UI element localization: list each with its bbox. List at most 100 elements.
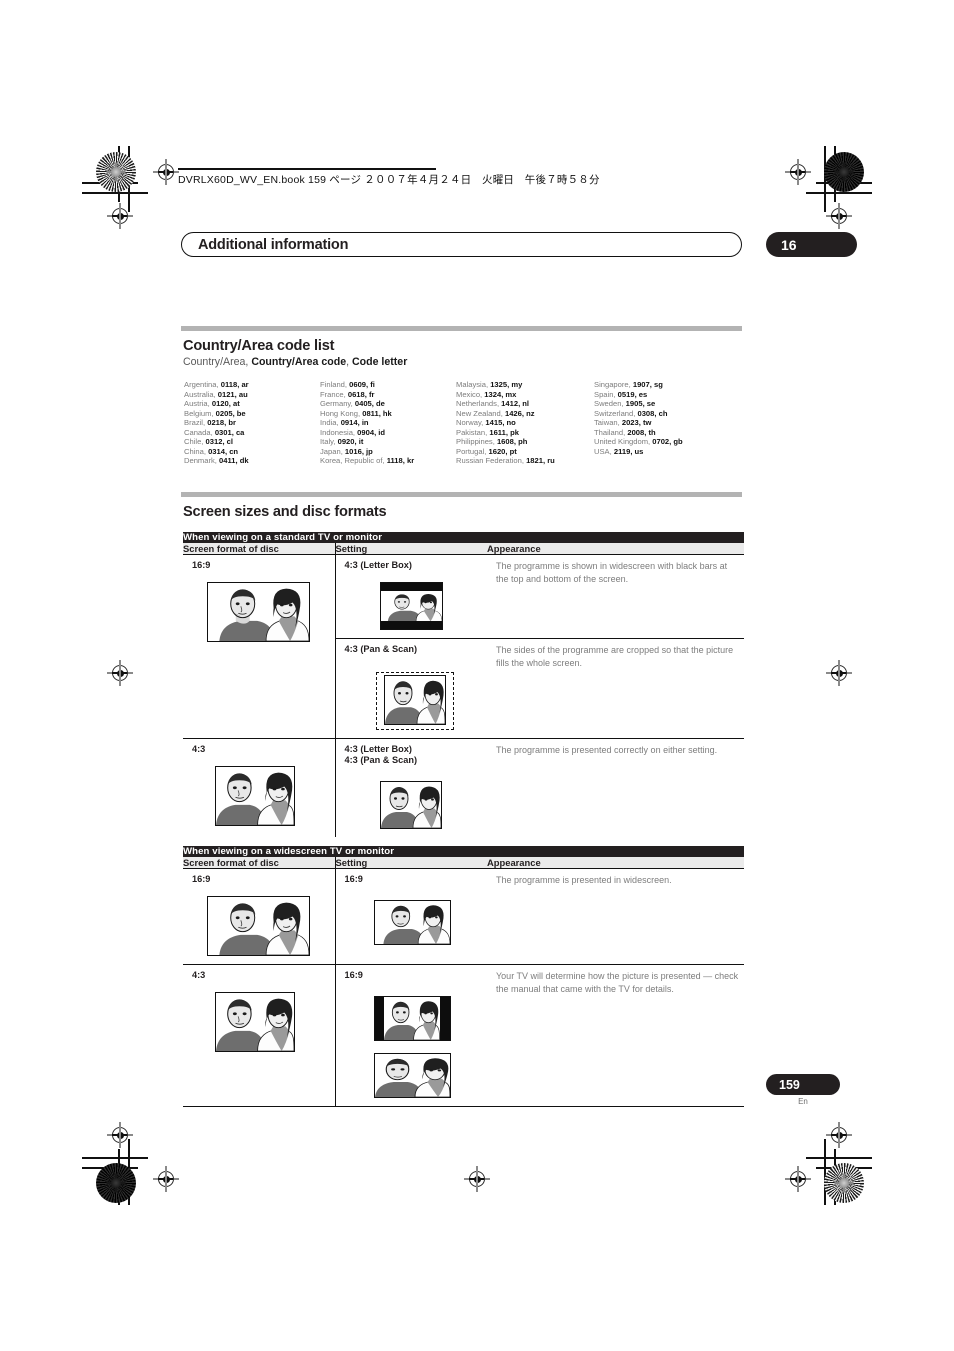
country-code-letter: , es — [634, 389, 648, 399]
country-code-letter: , in — [357, 418, 369, 428]
cell-setting-letterbox: 4:3 (Letter Box) — [334, 554, 487, 639]
country-code: 0301 — [214, 427, 232, 437]
country-name: Netherlands, — [456, 399, 502, 409]
country-code-letter: , id — [374, 427, 386, 437]
country-code-letter: , mx — [501, 389, 517, 399]
country-name: Pakistan, — [456, 427, 490, 437]
setting-label-4x3-ws: 16:9 — [344, 969, 363, 980]
header-screen-format: Screen format of disc — [183, 542, 335, 555]
country-code: 0618 — [347, 389, 365, 399]
country-name: Belgium, — [184, 408, 216, 418]
country-code: 0218 — [207, 418, 225, 428]
screen-section-title: Screen sizes and disc formats — [183, 503, 387, 520]
country-code-entry: China, 0314, cn — [184, 447, 320, 457]
illustration-disc-4x3-standard — [183, 760, 335, 834]
running-head-label: Additional information — [198, 236, 349, 253]
standard-row-16x9-letterbox: 16:9 4:3 (Letter Box) The programme is s… — [183, 554, 744, 642]
country-name: Canada, — [184, 427, 215, 437]
illustration-panscan — [336, 660, 488, 738]
country-code-letter: , pt — [505, 446, 517, 456]
country-code: 1325 — [490, 380, 508, 389]
country-code: 0702 — [652, 437, 670, 447]
country-code: 0904 — [357, 427, 375, 437]
country-code: 0312 — [205, 437, 223, 447]
file-header-text: DVRLX60D_WV_EN.book 159 ページ ２００７年４月２４日 火… — [178, 173, 600, 186]
country-code: 1426 — [504, 408, 522, 418]
registration-mark-bottom-left — [153, 1166, 179, 1192]
country-code-entry: India, 0914, in — [320, 418, 456, 428]
country-code-entry: Argentina, 0118, ar — [184, 380, 320, 390]
cell-disc-format-4x3-ws: 4:3 — [183, 963, 335, 1107]
disc-format-label-16x9: 16:9 — [192, 559, 211, 570]
country-code: 0411 — [219, 456, 236, 466]
country-code: 0314 — [208, 446, 225, 456]
country-code-letter: , ph — [513, 437, 528, 447]
registration-mark-left-lower — [107, 1122, 133, 1148]
people-svg — [384, 996, 440, 1040]
pillarbox-bar-right — [439, 996, 450, 1040]
page-number-badge: 159 — [766, 1074, 840, 1095]
country-code-grid: Argentina, 0118, ar Australia, 0121, au Au… — [184, 380, 742, 466]
country-code-letter: , gb — [669, 437, 683, 447]
country-code: 1016 — [344, 446, 362, 456]
legend-part-1: Country/Area, — [183, 356, 252, 368]
people-svg — [216, 766, 294, 825]
registration-mark-top-left — [153, 159, 179, 185]
standard-tv-banner-label: When viewing on a standard TV or monitor — [183, 531, 745, 543]
country-code-letter: , pk — [505, 427, 519, 437]
country-code: 0914 — [340, 418, 358, 428]
country-code-section: Country/Area code list Country/Area, Cou… — [181, 326, 742, 466]
illustration-disc-16x9-widescreen — [183, 890, 335, 964]
country-code-letter: , ar — [237, 380, 249, 389]
country-name: Finland, — [320, 380, 350, 389]
cell-disc-format-16x9-ws: 16:9 — [183, 868, 335, 964]
country-name: Austria, — [184, 399, 212, 409]
country-code: 1608 — [496, 437, 514, 447]
country-code-letter: , fr — [364, 389, 375, 399]
registration-mark-top-right — [785, 159, 811, 185]
country-code-entry: France, 0618, fr — [320, 390, 456, 400]
country-code-entry: Portugal, 1620, pt — [456, 447, 594, 457]
country-code-entry: Indonesia, 0904, id — [320, 428, 456, 438]
country-code-letter: , ch — [654, 408, 668, 418]
cell-disc-format-4x3: 4:3 — [183, 737, 335, 837]
country-code-entry: Denmark, 0411, dk — [184, 456, 320, 466]
country-name: Denmark, — [184, 456, 220, 466]
country-name: India, — [320, 418, 341, 428]
widescreen-tv-header-row: Screen format of disc Setting Appearance — [183, 856, 744, 869]
appearance-text-16x9-ws: The programme is presented in widescreen… — [496, 874, 672, 885]
page-number: 159 — [779, 1077, 800, 1092]
country-code-entry: Korea, Republic of, 1118, kr — [320, 456, 456, 466]
country-code-letter: , tw — [638, 418, 652, 428]
country-code-letter: , us — [630, 446, 644, 456]
country-code: 0920 — [337, 437, 355, 447]
country-code-letter: , kr — [402, 456, 415, 466]
people-illustration — [380, 590, 442, 622]
country-code-entry: Japan, 1016, jp — [320, 447, 456, 457]
standard-tv-banner-row: When viewing on a standard TV or monitor — [183, 531, 745, 543]
country-name: Hong Kong, — [320, 408, 363, 418]
widescreen-row-16x9: 16:9 16:9 The programme is presented in … — [183, 868, 744, 965]
country-code-entry: Taiwan, 2023, tw — [594, 418, 745, 428]
country-code-entry: USA, 2119, us — [594, 447, 745, 457]
widescreen-tv-table: When viewing on a widescreen TV or monit… — [183, 845, 744, 1107]
country-code-letter: , dk — [235, 456, 249, 466]
standard-row-4x3: 4:3 4:3 (Letter Box) 4:3 (Pan & Scan) Th… — [183, 737, 745, 837]
widescreen-row-4x3: 4:3 16:9 Your TV will determine how the … — [183, 963, 744, 1107]
country-name: Italy, — [320, 437, 338, 447]
country-code-entry: Canada, 0301, ca — [184, 428, 320, 438]
chapter-badge: 16 — [766, 232, 857, 257]
people-svg — [374, 1053, 450, 1097]
file-header-rule — [178, 168, 436, 170]
section-rule-screen — [181, 491, 742, 497]
country-code-letter: , ca — [231, 427, 245, 437]
country-code: 1620 — [488, 446, 506, 456]
people-svg — [374, 900, 450, 944]
country-code-entry: Netherlands, 1412, nl — [456, 399, 594, 409]
people-svg — [208, 896, 309, 955]
people-illustration — [216, 992, 294, 1051]
setting-label-letterbox: 4:3 (Letter Box) — [344, 559, 412, 570]
country-code-letter: , br — [224, 418, 236, 428]
density-starburst-bottom-right — [824, 1163, 864, 1203]
country-code: 1324 — [484, 389, 502, 399]
